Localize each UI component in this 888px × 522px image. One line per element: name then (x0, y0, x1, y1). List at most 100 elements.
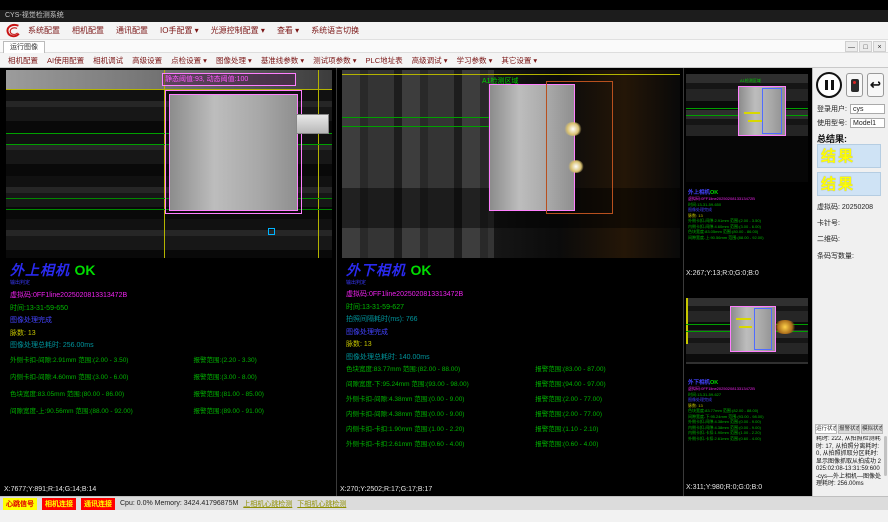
camera-connect-badge: 相机连接 (42, 498, 76, 510)
menu-system-config[interactable]: 系统配置 (28, 25, 60, 36)
measurement-row: 外侧卡扣-间隙:4.38mm 范围:(0.00 - 9.00) 报警范围:(2.… (346, 396, 678, 404)
thumb-result-info: 外下相机OK 虚拟码:0FF1line2025020813313472B 时间:… (688, 378, 808, 441)
tool-advanced-debug[interactable]: 高级调试 ▾ (412, 55, 448, 66)
qr-code-field: 二维码: (817, 234, 886, 244)
alarm-range: 报警范围:(83.00 - 87.00) (535, 366, 678, 374)
time-line: 时间:13-31-59-627 (346, 302, 678, 315)
camera-device-icon (851, 79, 859, 92)
measurement-line: 间隙宽度-上:90.56mm 范围:(88.00 - 92.00) (688, 235, 808, 241)
panel-divider (336, 68, 337, 496)
result-box-2: 结果 (817, 172, 881, 196)
tool-plc-address[interactable]: PLC地址表 (366, 55, 403, 66)
detect-rect-blue (762, 88, 782, 134)
measurement-row: 间隙宽度-上:90.56mm 范围:(88.00 - 92.00) 报警范围:(… (10, 408, 332, 416)
bottom-filler (0, 510, 888, 522)
menu-comm-config[interactable]: 通讯配置 (116, 25, 148, 36)
connector-part (296, 114, 329, 134)
alarm-range: 报警范围:(1.10 - 2.10) (535, 426, 678, 434)
window-titlebar[interactable]: CYS-视觉检测系统 (0, 10, 888, 22)
menu-view[interactable]: 查看 ▾ (277, 25, 299, 36)
barcode-line: 虚拟码:0FF1line2025020813313472B (10, 290, 332, 303)
window-title: CYS-视觉检测系统 (5, 12, 64, 19)
tool-advanced-settings[interactable]: 高级设置 (132, 55, 162, 66)
tab-sim-status[interactable]: 模拟状态 (861, 424, 883, 434)
app-window: CYS-视觉检测系统 系统配置 相机配置 通讯配置 IO手配置 ▾ 光源控制配置… (0, 0, 888, 522)
thumb-camera-bottom[interactable]: 外下相机OK 虚拟码:0FF1line2025020813313472B 时间:… (684, 286, 810, 496)
upper-camera-heartbeat-link[interactable]: 上相机心跳检测 (243, 499, 292, 509)
callout-yellow (739, 326, 752, 328)
tool-camera-config[interactable]: 相机配置 (8, 55, 38, 66)
right-sidebar: ↩ 登录用户: cys 使用型号: Model1 总结果: 结果 结果 虚拟码:… (812, 68, 888, 496)
tab-run-status[interactable]: 运行状态 (815, 424, 837, 434)
cpu-memory-readout: Cpu: 0.0% Memory: 3424.41796875M (120, 500, 238, 507)
detect-rect-orange (546, 81, 613, 214)
menu-light-config[interactable]: 光源控制配置 ▾ (211, 25, 265, 36)
menu-language-switch[interactable]: 系统语言切换 (311, 25, 359, 36)
process-done-line: 图像处理完成 (10, 315, 332, 328)
detect-rect-blue (754, 308, 772, 350)
tab-run-image[interactable]: 运行图像 (3, 41, 45, 53)
return-button[interactable]: ↩ (867, 73, 884, 97)
led-glow (568, 160, 584, 173)
lower-camera-heartbeat-link[interactable]: 下相机心跳检测 (297, 499, 346, 509)
control-button-row: ↩ (816, 72, 884, 98)
measurement-row: 间隙宽度-下:95.24mm 范围:(93.00 - 98.00) 报警范围:(… (346, 381, 678, 389)
area-label: A1检测区域 (740, 78, 761, 84)
barcode-line: 虚拟码:0FF1line2025020813313472B (346, 289, 678, 302)
menu-camera-config[interactable]: 相机配置 (72, 25, 104, 36)
measurement-row: 外侧卡扣-间隙:2.91mm 范围:(2.00 - 3.50) 报警范围:(2.… (10, 357, 332, 365)
tool-spot-check[interactable]: 点检设置 ▾ (171, 55, 207, 66)
alarm-range: 报警范围:(0.60 - 4.00) (535, 441, 678, 449)
measurement-row: 内侧卡扣-间隙:4.60mm 范围:(3.00 - 6.00) 报警范围:(3.… (10, 374, 332, 382)
marker-blue-box (268, 228, 275, 235)
maximize-button[interactable]: □ (859, 41, 872, 52)
run-log-text: 耗时: 222, 从拍照检测耗时: 17, 从拍照分离耗时: 0, 从拍照抓取分… (816, 436, 881, 492)
pause-button[interactable] (816, 72, 842, 98)
alarm-range: 报警范围:(2.00 - 77.00) (535, 411, 678, 419)
left-camera-image[interactable]: 静态阈值:93, 动态阈值:100 (6, 70, 332, 258)
heartbeat-badge: 心跳信号 (3, 498, 37, 510)
mid-camera-image[interactable]: A1检测区域 (342, 70, 680, 258)
threshold-text: 静态阈值:93, 动态阈值:100 (165, 76, 248, 83)
pulse-line: 脉数: 13 (346, 339, 678, 352)
tool-baseline-params[interactable]: 基准线参数 ▾ (261, 55, 304, 66)
app-logo-icon (5, 23, 23, 39)
tool-image-processing[interactable]: 图像处理 ▾ (216, 55, 252, 66)
result-ok: OK (74, 262, 95, 278)
device-button[interactable] (846, 73, 863, 97)
tool-test-params[interactable]: 测试项参数 ▾ (313, 55, 356, 66)
login-user-input[interactable]: cys (850, 104, 885, 114)
model-label: 使用型号: (817, 118, 850, 128)
tool-other-settings[interactable]: 其它设置 ▾ (501, 55, 537, 66)
guide-line-yellow (686, 298, 688, 344)
thumb-camera-top[interactable]: A1检测区域 外上相机OK 虚拟码:0FF1line20250208133134… (684, 68, 810, 284)
pin-number-field: 卡针号: (817, 218, 886, 228)
led-glow (564, 122, 582, 136)
callout-yellow (744, 112, 760, 114)
log-scrollbar[interactable] (884, 436, 887, 476)
status-tab-bar: 运行状态 报警状态 模拟状态 (815, 424, 883, 434)
alarm-range: 报警范围:(2.00 - 77.00) (535, 396, 678, 404)
time-line: 时间:13-31-59-650 (10, 303, 332, 316)
measurement-value: 色块宽度:83.77mm 范围:(82.00 - 88.00) (346, 366, 535, 374)
return-arrow-icon: ↩ (870, 77, 881, 93)
field-label: 条码写数量: (817, 253, 854, 260)
measurement-value: 外侧卡扣-间隙:4.38mm 范围:(0.00 - 9.00) (346, 396, 535, 404)
function-toolbar: 相机配置 AI使用配置 相机调试 高级设置 点检设置 ▾ 图像处理 ▾ 基准线参… (0, 53, 888, 68)
process-done-line: 图像处理完成 (346, 327, 678, 340)
alarm-range: 报警范围:(89.00 - 91.00) (194, 408, 332, 416)
tool-learning-params[interactable]: 学习参数 ▾ (456, 55, 492, 66)
model-input[interactable]: Model1 (850, 118, 885, 128)
minimize-button[interactable]: — (845, 41, 858, 52)
close-button[interactable]: × (873, 41, 886, 52)
tool-camera-debug[interactable]: 相机调试 (93, 55, 123, 66)
alarm-range: 报警范围:(94.00 - 97.00) (535, 381, 678, 389)
tool-ai-config[interactable]: AI使用配置 (47, 55, 84, 66)
menu-io-config[interactable]: IO手配置 ▾ (160, 25, 199, 36)
output-judge-label: 输出判定 (10, 279, 332, 286)
machine-background (342, 70, 494, 258)
tab-alarm-status[interactable]: 报警状态 (838, 424, 860, 434)
left-camera-panel: 静态阈值:93, 动态阈值:100 外上相机 OK 输出判定 虚拟码:0FF1l… (2, 68, 336, 496)
measurement-value: 内侧卡扣-间隙:4.38mm 范围:(0.00 - 9.00) (346, 411, 535, 419)
measurement-row: 外侧卡扣-卡扣:2.61mm 范围:(0.60 - 4.00) 报警范围:(0.… (346, 441, 678, 449)
